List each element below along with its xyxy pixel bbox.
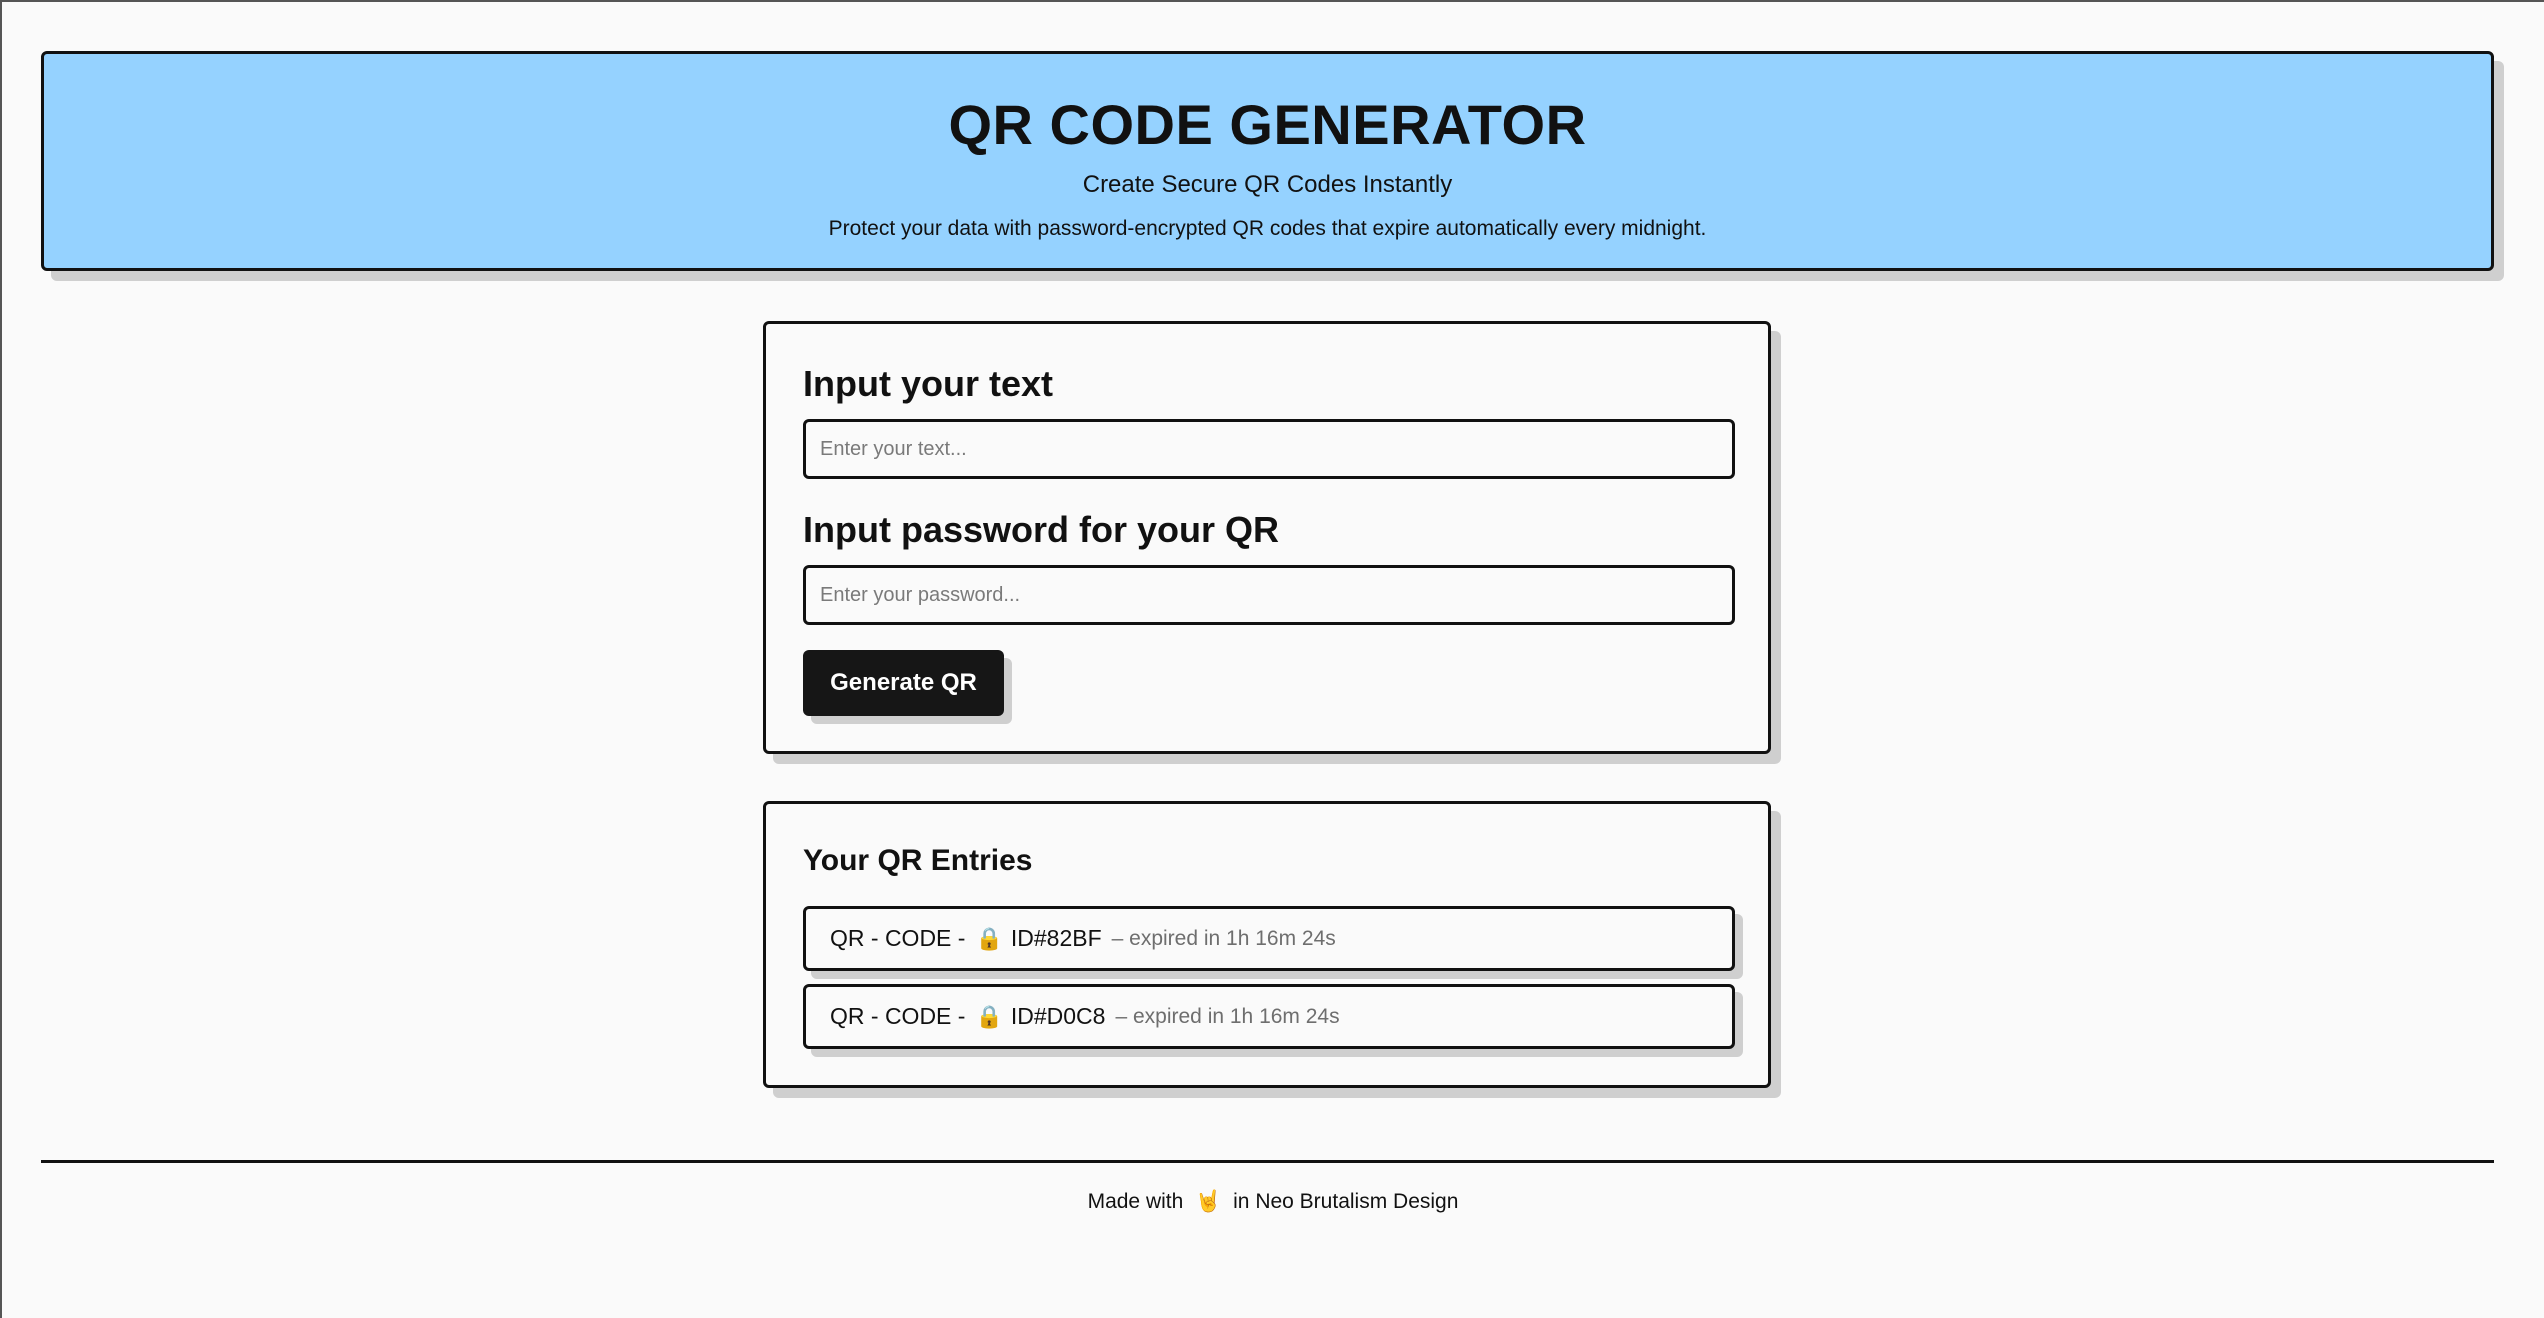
- qr-entries-card: Your QR Entries QR - CODE - 🔒 ID#82BF – …: [763, 801, 1771, 1088]
- entries-list: QR - CODE - 🔒 ID#82BF – expired in 1h 16…: [803, 906, 1735, 1049]
- page-title: QR CODE GENERATOR: [948, 93, 1587, 156]
- lock-icon: 🔒: [975, 1003, 1003, 1029]
- rock-hand-icon: 🤘: [1195, 1190, 1222, 1213]
- entry-expiry: – expired in 1h 16m 24s: [1115, 1004, 1340, 1028]
- app-header: QR CODE GENERATOR Create Secure QR Codes…: [41, 51, 2494, 271]
- generate-qr-button[interactable]: Generate QR: [803, 650, 1004, 716]
- entry-id: ID#82BF: [1010, 925, 1102, 951]
- text-input-heading: Input your text: [803, 363, 1053, 404]
- page-description: Protect your data with password-encrypte…: [828, 217, 1707, 240]
- lock-icon: 🔒: [975, 925, 1003, 951]
- password-input-heading: Input password for your QR: [803, 509, 1280, 550]
- qr-form-card: Input your text Input password for your …: [763, 321, 1771, 754]
- password-input[interactable]: [803, 565, 1735, 625]
- footer: Made with 🤘 in Neo Brutalism Design: [2, 1190, 2544, 1214]
- entry-prefix: QR - CODE -: [830, 1003, 966, 1029]
- text-input[interactable]: [803, 419, 1735, 479]
- entry-id: ID#D0C8: [1010, 1003, 1106, 1029]
- entry-prefix: QR - CODE -: [830, 925, 966, 951]
- qr-entry-item[interactable]: QR - CODE - 🔒 ID#D0C8 – expired in 1h 16…: [803, 984, 1735, 1049]
- entry-expiry: – expired in 1h 16m 24s: [1111, 926, 1336, 950]
- entries-heading: Your QR Entries: [803, 844, 1033, 877]
- footer-text-after: in Neo Brutalism Design: [1233, 1190, 1459, 1213]
- footer-text-before: Made with: [1087, 1190, 1184, 1213]
- page-subtitle: Create Secure QR Codes Instantly: [1082, 171, 1453, 198]
- qr-entry-item[interactable]: QR - CODE - 🔒 ID#82BF – expired in 1h 16…: [803, 906, 1735, 971]
- footer-divider: [41, 1160, 2494, 1163]
